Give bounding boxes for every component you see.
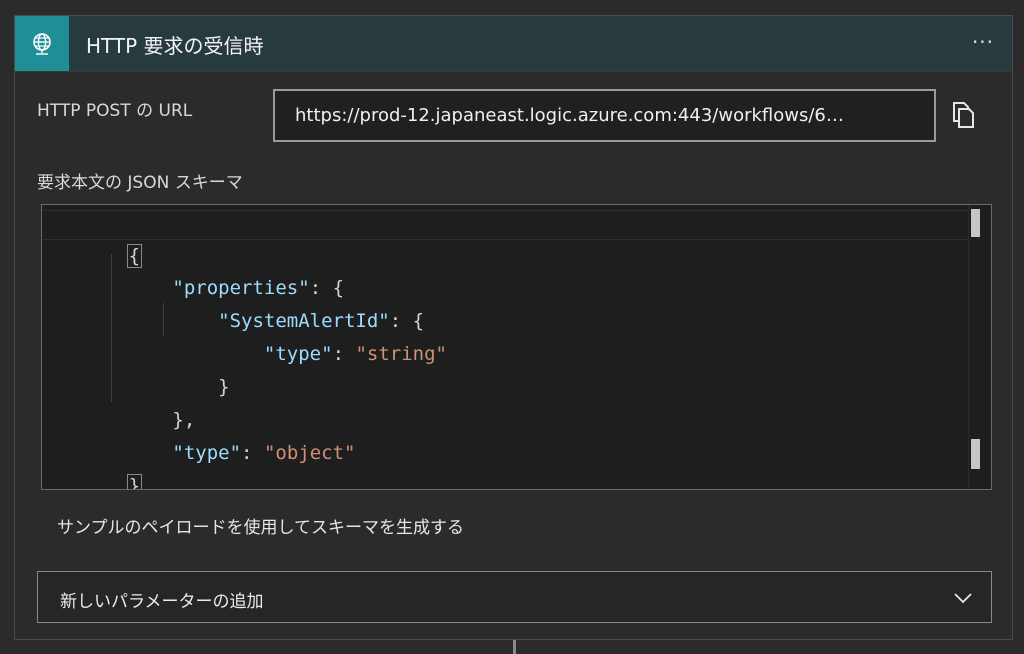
url-label: HTTP POST の URL (37, 101, 193, 121)
copy-url-button[interactable] (949, 100, 977, 130)
flow-connector (513, 640, 516, 654)
code-line: { (126, 244, 143, 268)
code-line: } (218, 376, 230, 398)
trigger-header[interactable]: HTTP 要求の受信時 ··· (15, 16, 1012, 72)
add-parameter-dropdown[interactable]: 新しいパラメーターの追加 (37, 571, 992, 623)
globe-network-icon (33, 32, 51, 55)
schema-label: 要求本文の JSON スキーマ (37, 173, 243, 193)
code-line: }, (172, 409, 196, 431)
code-line: } (58, 437, 143, 489)
code-line: "SystemAlertId": { (218, 310, 425, 332)
url-value: https://prod-12.japaneast.logic.azure.co… (295, 105, 844, 126)
code-line: "properties": { (172, 277, 345, 299)
generate-schema-link[interactable]: サンプルのペイロードを使用してスキーマを生成する (57, 513, 464, 538)
chevron-down-icon (954, 593, 972, 604)
trigger-icon-box (15, 16, 69, 71)
current-line-highlight (42, 210, 968, 240)
scrollbar-thumb[interactable] (971, 209, 980, 237)
code-line: "type": "object" (172, 442, 356, 464)
scrollbar-marker (971, 439, 980, 469)
more-options-button[interactable]: ··· (968, 30, 998, 54)
copy-icon (953, 102, 974, 128)
trigger-title: HTTP 要求の受信時 (86, 34, 264, 58)
url-field[interactable]: https://prod-12.japaneast.logic.azure.co… (273, 89, 936, 142)
add-parameter-label: 新しいパラメーターの追加 (60, 592, 264, 612)
trigger-card: HTTP 要求の受信時 ··· HTTP POST の URL https://… (14, 15, 1013, 640)
json-schema-editor[interactable]: { "properties": { "SystemAlertId": { "ty… (41, 204, 992, 490)
editor-scrollbar[interactable] (968, 205, 991, 489)
code-line: "type": "string" (263, 343, 447, 365)
